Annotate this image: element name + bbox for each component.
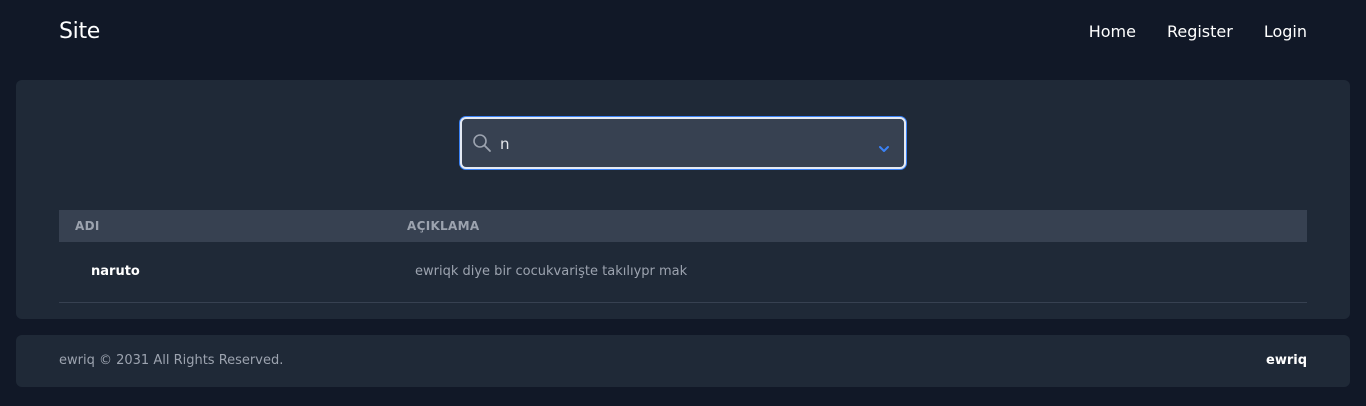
site-brand[interactable]: Site	[59, 19, 100, 44]
main-card: ADI AÇIKLAMA naruto ewriqk diye bir cocu…	[16, 80, 1350, 319]
table-row[interactable]: naruto ewriqk diye bir cocukvarişte takı…	[59, 242, 1307, 302]
search-combobox[interactable]	[460, 117, 906, 169]
column-header-name: ADI	[75, 219, 100, 233]
results-table: ADI AÇIKLAMA naruto ewriqk diye bir cocu…	[59, 210, 1307, 303]
footer-copyright: ewriq © 2031 All Rights Reserved.	[59, 353, 284, 368]
search-input[interactable]	[500, 131, 860, 157]
table-header-row: ADI AÇIKLAMA	[59, 210, 1307, 242]
nav-link-register[interactable]: Register	[1167, 22, 1233, 41]
footer: ewriq © 2031 All Rights Reserved. ewriq	[16, 335, 1350, 387]
nav-link-home[interactable]: Home	[1089, 22, 1136, 41]
navbar: Site Home Register Login	[0, 0, 1366, 68]
nav-link-login[interactable]: Login	[1264, 22, 1307, 41]
column-header-description: AÇIKLAMA	[407, 219, 480, 233]
chevron-down-icon[interactable]	[878, 139, 890, 152]
search-icon	[471, 132, 493, 154]
nav-links: Home Register Login	[1089, 22, 1307, 41]
row-name: naruto	[91, 264, 140, 280]
footer-brand-link[interactable]: ewriq	[1266, 353, 1307, 368]
row-description: ewriqk diye bir cocukvarişte takılıypr m…	[415, 264, 688, 280]
